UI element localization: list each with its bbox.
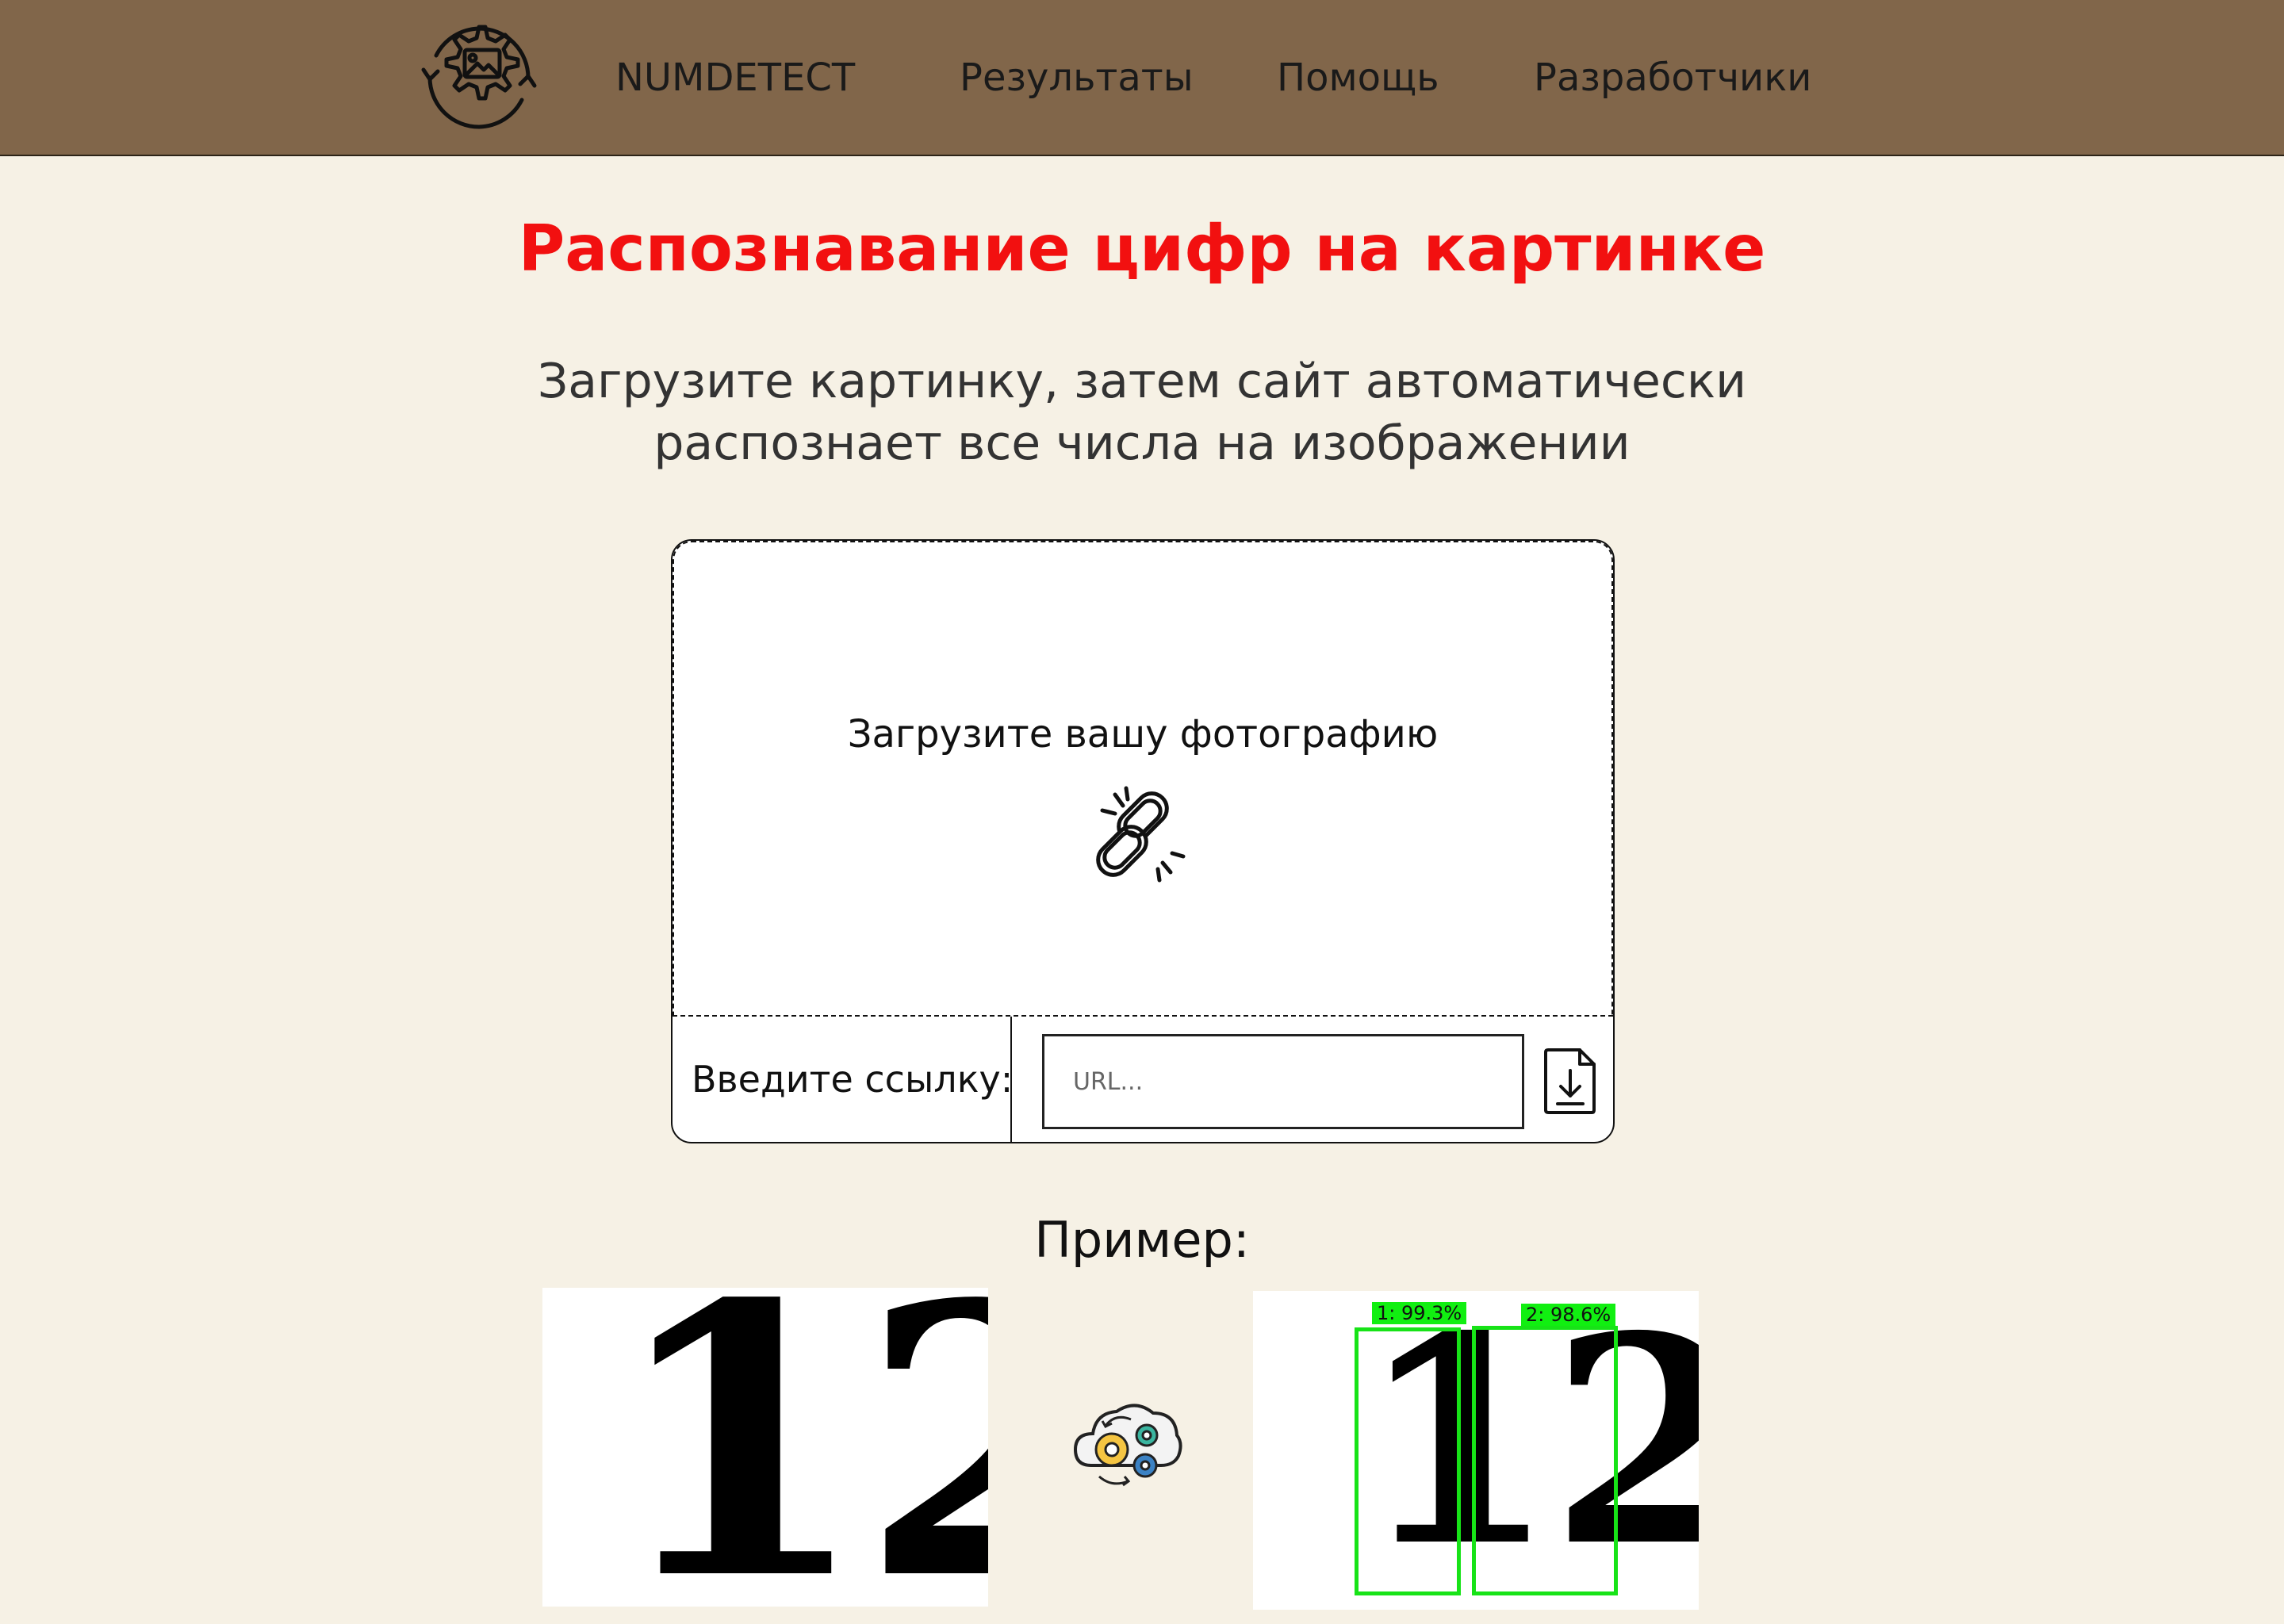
url-divider <box>1010 1017 1012 1142</box>
page-subtitle: Загрузите картинку, затем сайт автоматич… <box>0 350 2284 474</box>
detection-box-1 <box>1355 1327 1461 1595</box>
subtitle-line-2: распознает все числа на изображении <box>653 416 1631 471</box>
example-input-image: 12 <box>542 1288 988 1607</box>
brand-link[interactable]: NUMDETECT <box>615 52 855 103</box>
broken-link-icon <box>1096 786 1186 883</box>
detection-box-2 <box>1472 1326 1618 1595</box>
top-nav-bar: NUMDETECT Результаты Помощь Разработчики <box>0 0 2284 156</box>
url-label: Введите ссылку: <box>692 1058 1014 1101</box>
gear-image-sync-icon[interactable] <box>406 11 552 144</box>
nav-results[interactable]: Результаты <box>960 52 1194 103</box>
example-title: Пример: <box>1034 1211 1250 1269</box>
url-input[interactable] <box>1042 1034 1524 1129</box>
cloud-gears-icon <box>1073 1404 1182 1487</box>
file-drop-zone[interactable]: Загрузите вашу фотографию <box>673 541 1613 1017</box>
upload-label: Загрузите вашу фотографию <box>847 712 1439 756</box>
detection-label-2: 2: 98.6% <box>1521 1304 1616 1326</box>
nav-help[interactable]: Помощь <box>1277 52 1439 103</box>
example-output-image: 12 1: 99.3% 2: 98.6% <box>1253 1291 1699 1610</box>
page-title: Распознавание цифр на картинке <box>518 212 1766 285</box>
upload-card: Загрузите вашу фотографию Введите ссылку… <box>671 539 1615 1143</box>
file-download-icon[interactable] <box>1542 1047 1599 1115</box>
subtitle-line-1: Загрузите картинку, затем сайт автоматич… <box>537 354 1747 409</box>
detection-label-1: 1: 99.3% <box>1372 1302 1467 1324</box>
url-row: Введите ссылку: <box>673 1017 1613 1142</box>
nav-developers[interactable]: Разработчики <box>1534 52 1811 103</box>
example-input-digits: 12 <box>609 1288 988 1607</box>
